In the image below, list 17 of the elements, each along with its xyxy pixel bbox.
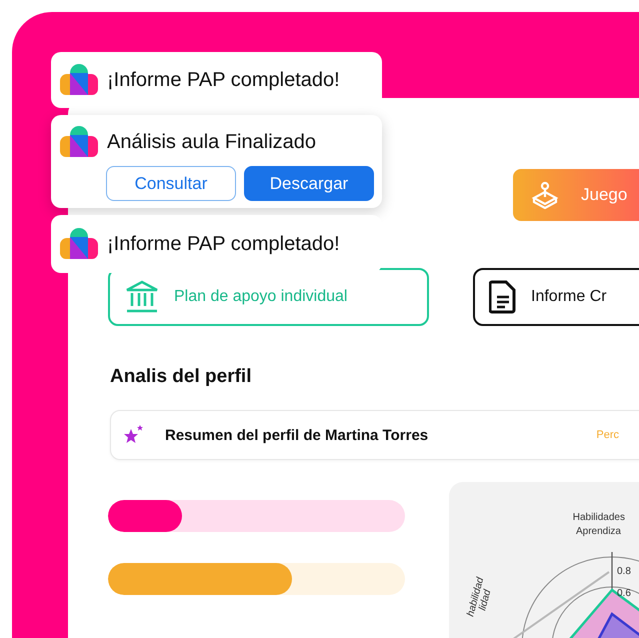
toast-title: ¡Informe PAP completado! [107, 232, 340, 256]
consult-button[interactable]: Consultar [106, 166, 236, 201]
tick-label: 0.8 [617, 566, 631, 577]
download-button[interactable]: Descargar [244, 166, 374, 201]
tick-label: 0.6 [617, 588, 631, 599]
joystick-icon [531, 181, 559, 209]
stars-icon [123, 424, 145, 446]
game-button[interactable]: Juego [513, 169, 639, 221]
section-title: Analis del perfil [110, 366, 252, 388]
summary-title: Resumen del perfil de Martina Torres [165, 426, 428, 444]
toast-title: ¡Informe PAP completado! [107, 68, 340, 92]
axis-label: Habilidades [572, 512, 625, 523]
axis-label: Aprendiza [576, 526, 621, 537]
bank-icon [124, 280, 160, 314]
toast-title: Análisis aula Finalizado [107, 130, 316, 154]
tab[interactable]: Informe Cr [473, 268, 639, 326]
document-icon [489, 280, 517, 314]
